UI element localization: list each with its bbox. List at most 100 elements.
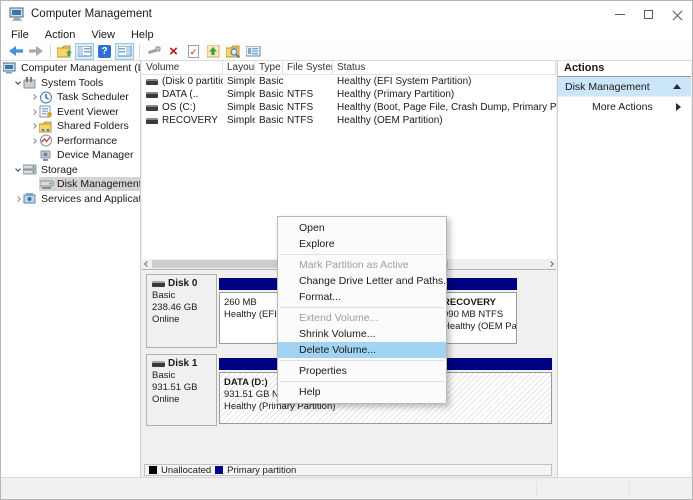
computer-icon (3, 62, 17, 75)
minimize-icon (615, 14, 625, 15)
chevron-collapsed-icon[interactable] (29, 124, 39, 128)
volume-icon (146, 79, 158, 85)
chevron-collapsed-icon[interactable] (29, 95, 39, 99)
menu-item-extend-volume: Extend Volume... (278, 310, 446, 326)
find-icon[interactable] (224, 43, 243, 60)
action-pane-icon[interactable] (115, 43, 134, 60)
task-scheduler-icon (39, 91, 53, 104)
storage-icon (23, 163, 37, 176)
tree-item-device-manager[interactable]: Device Manager (1, 148, 140, 163)
chevron-expanded-icon[interactable] (13, 169, 23, 171)
submenu-arrow-icon (676, 103, 681, 111)
forward-icon[interactable] (26, 43, 45, 60)
tree-item-disk-management[interactable]: Disk Management (1, 177, 140, 192)
disk-0-label[interactable]: Disk 0 Basic 238.46 GB Online (146, 274, 217, 348)
menu-item-properties[interactable]: Properties (278, 363, 446, 379)
menu-item-open[interactable]: Open (278, 220, 446, 236)
menu-item-delete-volume[interactable]: Delete Volume... (278, 342, 446, 358)
maximize-button[interactable] (634, 1, 663, 27)
performance-icon (39, 134, 53, 147)
volume-row[interactable]: OS (C:) Simple Basic NTFS Healthy (Boot,… (142, 101, 556, 114)
chevron-collapsed-icon[interactable] (29, 139, 39, 143)
services-icon (23, 192, 37, 205)
disk-1-label[interactable]: Disk 1 Basic 931.51 GB Online (146, 354, 217, 426)
column-header-layout[interactable]: Layout (223, 61, 255, 74)
menu-item-help[interactable]: Help (278, 384, 446, 400)
tree-item-label: Services and Applications (41, 193, 141, 205)
column-header-type[interactable]: Type (255, 61, 283, 74)
delete-icon[interactable]: × (164, 43, 183, 60)
legend-label: Primary partition (227, 465, 296, 476)
menu-action[interactable]: Action (37, 29, 84, 41)
status-bar (1, 477, 692, 499)
up-arrow-icon[interactable] (204, 43, 223, 60)
volume-row[interactable]: (Disk 0 partition 1) Simple Basic Health… (142, 75, 556, 88)
volume-context-menu: Open Explore Mark Partition as Active Ch… (277, 216, 447, 404)
export-list-icon[interactable] (55, 43, 74, 60)
statusbar-divider (536, 481, 537, 496)
tree-item-label: Storage (41, 164, 78, 176)
tree-item-system-tools[interactable]: System Tools (1, 76, 140, 91)
legend-label: Unallocated (161, 465, 211, 476)
menu-file[interactable]: File (3, 29, 37, 41)
properties-check-icon[interactable]: ✓ (184, 43, 203, 60)
menu-item-explore[interactable]: Explore (278, 236, 446, 252)
menu-separator (280, 381, 444, 382)
chevron-collapsed-icon[interactable] (13, 197, 23, 201)
collapse-arrow-icon[interactable] (673, 84, 681, 89)
tree-item-label: Device Manager (57, 149, 133, 161)
details-icon[interactable] (244, 43, 263, 60)
menu-view[interactable]: View (83, 29, 123, 41)
menu-separator (280, 307, 444, 308)
tree-item-performance[interactable]: Performance (1, 134, 140, 149)
statusbar-divider (629, 481, 630, 496)
column-header-volume[interactable]: Volume (142, 61, 223, 74)
volume-row[interactable]: DATA (.. Simple Basic NTFS Healthy (Prim… (142, 88, 556, 101)
system-tools-icon (23, 76, 37, 89)
scroll-left-icon[interactable] (142, 259, 152, 269)
menu-item-shrink-volume[interactable]: Shrink Volume... (278, 326, 446, 342)
tree-item-computer-management[interactable]: Computer Management (Local) (1, 61, 140, 76)
disk-status: Online (152, 394, 216, 406)
tree-item-services-applications[interactable]: Services and Applications (1, 192, 140, 207)
column-header-file-system[interactable]: File System (283, 61, 333, 74)
close-icon (672, 9, 683, 20)
menu-item-change-drive-letter[interactable]: Change Drive Letter and Paths... (278, 273, 446, 289)
menu-separator (280, 360, 444, 361)
volume-row[interactable]: RECOVERY Simple Basic NTFS Healthy (OEM … (142, 114, 556, 127)
volume-icon (146, 105, 158, 111)
pointer-icon[interactable] (144, 43, 163, 60)
actions-header: Actions (558, 61, 691, 77)
close-button[interactable] (663, 1, 692, 27)
help-icon[interactable]: ? (95, 43, 114, 60)
minimize-button[interactable] (605, 1, 634, 27)
disk-management-icon (40, 178, 54, 191)
actions-group-disk-management[interactable]: Disk Management (558, 77, 691, 97)
disk-type: Basic (152, 370, 216, 382)
back-icon[interactable] (6, 43, 25, 60)
disk-size: 931.51 GB (152, 382, 216, 394)
column-header-status[interactable]: Status (333, 61, 556, 74)
event-viewer-icon (39, 105, 53, 118)
actions-pane: Actions Disk Management More Actions (557, 61, 691, 477)
tree-item-label: Shared Folders (57, 120, 129, 132)
computer-management-window: Computer Management File Action View Hel… (0, 0, 693, 500)
disk-status: Online (152, 314, 216, 326)
chevron-collapsed-icon[interactable] (29, 110, 39, 114)
tree-item-storage[interactable]: Storage (1, 163, 140, 178)
tree-item-label: Computer Management (Local) (21, 62, 141, 74)
tree-item-task-scheduler[interactable]: Task Scheduler (1, 90, 140, 105)
chevron-expanded-icon[interactable] (13, 82, 23, 84)
tree-item-shared-folders[interactable]: Shared Folders (1, 119, 140, 134)
tree-item-event-viewer[interactable]: Event Viewer (1, 105, 140, 120)
volume-icon (146, 92, 158, 98)
menu-bar: File Action View Help (1, 27, 692, 42)
more-actions-item[interactable]: More Actions (558, 97, 691, 117)
menu-item-mark-partition-active: Mark Partition as Active (278, 257, 446, 273)
console-tree-icon[interactable] (75, 43, 94, 60)
toolbar-separator (50, 44, 51, 58)
menu-help[interactable]: Help (123, 29, 162, 41)
scroll-right-icon[interactable] (546, 259, 556, 269)
menu-item-format[interactable]: Format... (278, 289, 446, 305)
primary-partition-color-swatch (215, 466, 223, 474)
